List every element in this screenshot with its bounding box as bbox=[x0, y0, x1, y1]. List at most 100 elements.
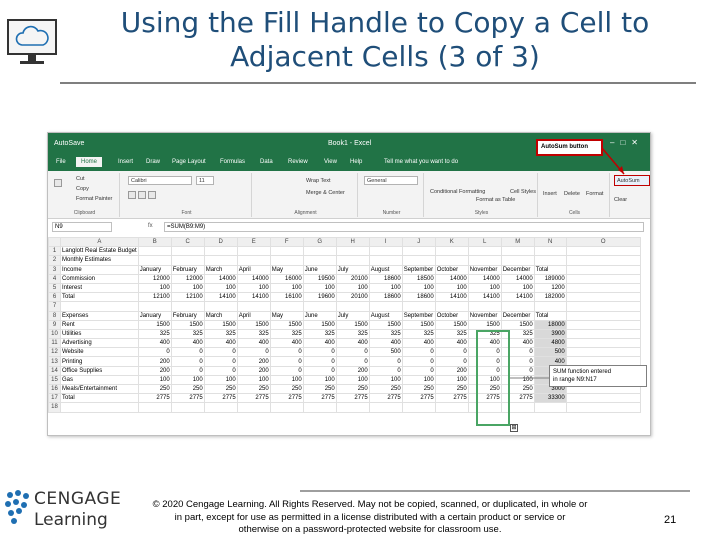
cell[interactable]: July bbox=[335, 264, 370, 275]
cell[interactable]: 1500 bbox=[368, 319, 403, 330]
row-header[interactable]: 14 bbox=[48, 365, 61, 376]
cell[interactable]: 14000 bbox=[467, 273, 502, 284]
tab-review[interactable]: Review bbox=[288, 159, 308, 165]
cell[interactable]: 100 bbox=[467, 282, 502, 294]
cell[interactable]: 1500 bbox=[137, 319, 172, 330]
cell[interactable] bbox=[467, 246, 502, 257]
cell[interactable]: Total bbox=[60, 393, 139, 404]
cell[interactable]: 0 bbox=[368, 365, 403, 376]
cell[interactable]: 250 bbox=[368, 383, 403, 395]
cell[interactable]: 100 bbox=[368, 374, 403, 386]
cell[interactable]: 0 bbox=[203, 365, 238, 376]
cell[interactable] bbox=[368, 402, 403, 413]
cell[interactable]: 0 bbox=[335, 356, 370, 367]
cell[interactable]: 0 bbox=[368, 356, 403, 367]
cell[interactable] bbox=[236, 255, 271, 266]
cell[interactable]: 100 bbox=[269, 374, 304, 386]
cell[interactable]: 325 bbox=[203, 328, 238, 340]
cell[interactable]: August bbox=[368, 310, 403, 321]
cell[interactable]: 400 bbox=[302, 338, 337, 349]
cell[interactable] bbox=[203, 255, 238, 266]
cell[interactable] bbox=[500, 301, 535, 312]
cell[interactable]: 325 bbox=[368, 328, 403, 340]
cell[interactable] bbox=[565, 328, 641, 340]
cell[interactable]: 325 bbox=[401, 328, 436, 340]
cell[interactable]: 0 bbox=[434, 347, 469, 358]
cell[interactable]: 0 bbox=[401, 356, 436, 367]
cell[interactable]: 2775 bbox=[434, 393, 469, 404]
cell[interactable]: 100 bbox=[368, 282, 403, 294]
cell[interactable]: December bbox=[500, 264, 535, 275]
cell[interactable]: 1500 bbox=[302, 319, 337, 330]
tab-draw[interactable]: Draw bbox=[146, 159, 160, 165]
cell[interactable] bbox=[565, 264, 641, 275]
cell[interactable]: 18600 bbox=[401, 292, 436, 303]
column-header-l[interactable]: L bbox=[467, 236, 502, 248]
cell[interactable]: 0 bbox=[170, 356, 205, 367]
column-header-d[interactable]: D bbox=[203, 236, 238, 248]
cell[interactable]: Expenses bbox=[60, 310, 139, 321]
cell[interactable]: 1500 bbox=[170, 319, 205, 330]
cell[interactable] bbox=[565, 282, 641, 294]
cell[interactable]: 250 bbox=[269, 383, 304, 395]
delete-button[interactable]: Delete bbox=[564, 191, 580, 197]
cell[interactable]: 100 bbox=[401, 282, 436, 294]
cell[interactable]: October bbox=[434, 310, 469, 321]
cell[interactable]: 100 bbox=[137, 374, 172, 386]
cell[interactable] bbox=[269, 255, 304, 266]
row-header[interactable]: 7 bbox=[48, 301, 61, 312]
cell[interactable]: 20100 bbox=[335, 273, 370, 284]
cell[interactable]: 100 bbox=[203, 282, 238, 294]
cell[interactable]: 0 bbox=[302, 365, 337, 376]
font-size-box[interactable]: 11 bbox=[196, 176, 214, 185]
cell[interactable]: 1500 bbox=[467, 319, 502, 330]
cell[interactable]: 0 bbox=[269, 347, 304, 358]
wrap-text-button[interactable]: Wrap Text bbox=[306, 178, 331, 184]
cell[interactable] bbox=[434, 255, 469, 266]
cell[interactable] bbox=[335, 246, 370, 257]
row-header[interactable]: 6 bbox=[48, 292, 61, 303]
column-header-n[interactable]: N bbox=[533, 236, 567, 248]
cell[interactable]: 400 bbox=[236, 338, 271, 349]
cell[interactable]: 325 bbox=[434, 328, 469, 340]
quick-analysis-icon[interactable]: ⊞ bbox=[510, 424, 518, 432]
column-header-e[interactable]: E bbox=[236, 236, 271, 248]
cell[interactable]: 100 bbox=[236, 374, 271, 386]
cell[interactable]: 400 bbox=[269, 338, 304, 349]
cell[interactable]: Interest bbox=[60, 282, 139, 294]
cell[interactable]: 200 bbox=[434, 365, 469, 376]
column-header-a[interactable]: A bbox=[60, 236, 139, 248]
cell[interactable]: Langlott Real Estate Budget bbox=[60, 246, 139, 257]
cell[interactable]: 0 bbox=[236, 347, 271, 358]
cell[interactable]: November bbox=[467, 264, 502, 275]
font-name-box[interactable]: Calibri bbox=[128, 176, 192, 185]
cell[interactable] bbox=[269, 301, 304, 312]
cell[interactable]: 2775 bbox=[401, 393, 436, 404]
cell[interactable]: September bbox=[401, 264, 436, 275]
cell[interactable]: 400 bbox=[335, 338, 370, 349]
cell[interactable] bbox=[500, 255, 535, 266]
cell[interactable]: 100 bbox=[302, 374, 337, 386]
row-header[interactable]: 9 bbox=[48, 319, 61, 330]
formula-input[interactable]: =SUM(B9:M9) bbox=[164, 222, 644, 232]
cell[interactable]: 100 bbox=[335, 374, 370, 386]
cell[interactable]: 325 bbox=[170, 328, 205, 340]
tab-file[interactable]: File bbox=[56, 159, 66, 165]
cell[interactable]: 250 bbox=[203, 383, 238, 395]
cell[interactable] bbox=[302, 301, 337, 312]
bold-icon[interactable] bbox=[128, 191, 136, 199]
cell[interactable]: 12000 bbox=[170, 273, 205, 284]
cell[interactable]: Rent bbox=[60, 319, 139, 330]
tab-help[interactable]: Help bbox=[350, 159, 362, 165]
cell[interactable] bbox=[467, 255, 502, 266]
row-header[interactable]: 17 bbox=[48, 393, 61, 404]
cell[interactable]: 100 bbox=[170, 282, 205, 294]
cell[interactable]: 2775 bbox=[137, 393, 172, 404]
autosave-toggle[interactable]: AutoSave bbox=[54, 140, 84, 147]
format-button[interactable]: Format bbox=[586, 191, 603, 197]
cell[interactable]: 1500 bbox=[236, 319, 271, 330]
cell[interactable] bbox=[434, 301, 469, 312]
cell[interactable]: 2775 bbox=[170, 393, 205, 404]
column-header-h[interactable]: H bbox=[335, 236, 370, 248]
cell[interactable] bbox=[269, 246, 304, 257]
